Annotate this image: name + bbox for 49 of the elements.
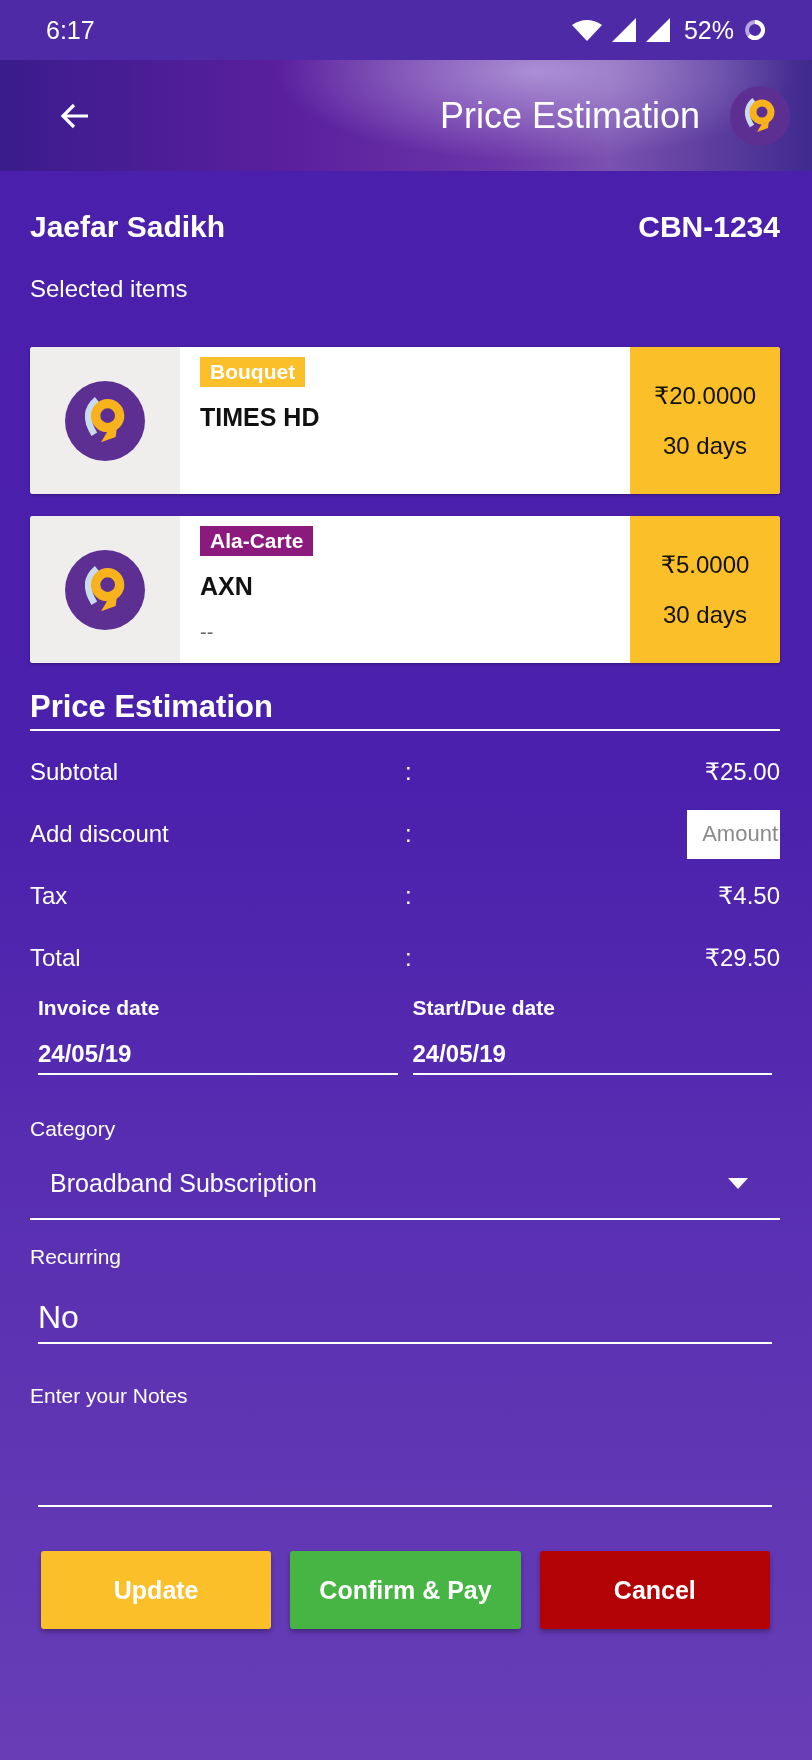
recurring-input-field[interactable]: No — [38, 1282, 772, 1344]
row-separator: : — [405, 758, 412, 786]
back-arrow-icon[interactable] — [60, 102, 90, 129]
status-time: 6:17 — [46, 15, 95, 45]
date-label: Start/Due date — [412, 995, 555, 1021]
signal-icon — [645, 18, 670, 42]
date-input-field[interactable]: 24/05/19 — [412, 1035, 772, 1075]
section-heading: Price Estimation — [30, 689, 780, 731]
customer-name: Jaefar Sadikh — [30, 209, 226, 245]
field-label: Recurring — [30, 1244, 122, 1270]
channel-logo-icon — [65, 549, 145, 630]
header-title: Price Estimation — [439, 94, 700, 137]
item-duration: 30 days — [662, 431, 748, 460]
discount-input-field[interactable]: Amount — [687, 809, 780, 859]
date-input-field[interactable]: 24/05/19 — [38, 1035, 398, 1075]
row-label: Total — [30, 944, 81, 972]
customer-id: CBN-1234 — [638, 209, 780, 245]
item-card[interactable]: Bouquet TIMES HD ₹20.0000 30 days — [30, 347, 780, 494]
item-price: ₹20.0000 — [654, 381, 756, 410]
wifi-icon — [571, 19, 602, 41]
field-label: Category — [30, 1116, 116, 1142]
item-tag: Ala-Carte — [200, 526, 314, 556]
battery-ring-icon — [744, 19, 766, 41]
row-label: Subtotal — [30, 758, 119, 786]
channel-logo-icon — [65, 380, 145, 461]
row-label: Add discount — [30, 820, 169, 848]
caret-icon — [728, 1177, 748, 1189]
row-value: ₹4.50 — [718, 882, 780, 910]
row-value: ₹29.50 — [704, 944, 780, 972]
item-tag: Bouquet — [200, 357, 306, 387]
row-separator: : — [405, 882, 412, 910]
row-separator: : — [405, 944, 412, 972]
item-price: ₹5.0000 — [660, 550, 750, 579]
date-label: Invoice date — [38, 995, 160, 1021]
item-name: AXN — [200, 572, 253, 601]
item-name: TIMES HD — [200, 403, 320, 432]
row-value: ₹25.00 — [704, 758, 780, 786]
row-separator: : — [405, 820, 412, 848]
item-card[interactable]: Ala-Carte AXN -- ₹5.0000 30 days — [30, 516, 780, 663]
app-logo-icon — [730, 85, 790, 146]
item-duration: 30 days — [662, 600, 748, 629]
field-label: Enter your Notes — [30, 1383, 188, 1409]
section-label: Selected items — [30, 274, 188, 304]
battery-percent: 52% — [683, 15, 734, 45]
category-dropdown[interactable]: Broadband Subscription — [30, 1158, 780, 1220]
item-note: -- — [200, 621, 214, 644]
action-button[interactable]: Cancel — [539, 1551, 770, 1629]
row-label: Tax — [30, 882, 68, 910]
signal-icon — [611, 18, 636, 42]
